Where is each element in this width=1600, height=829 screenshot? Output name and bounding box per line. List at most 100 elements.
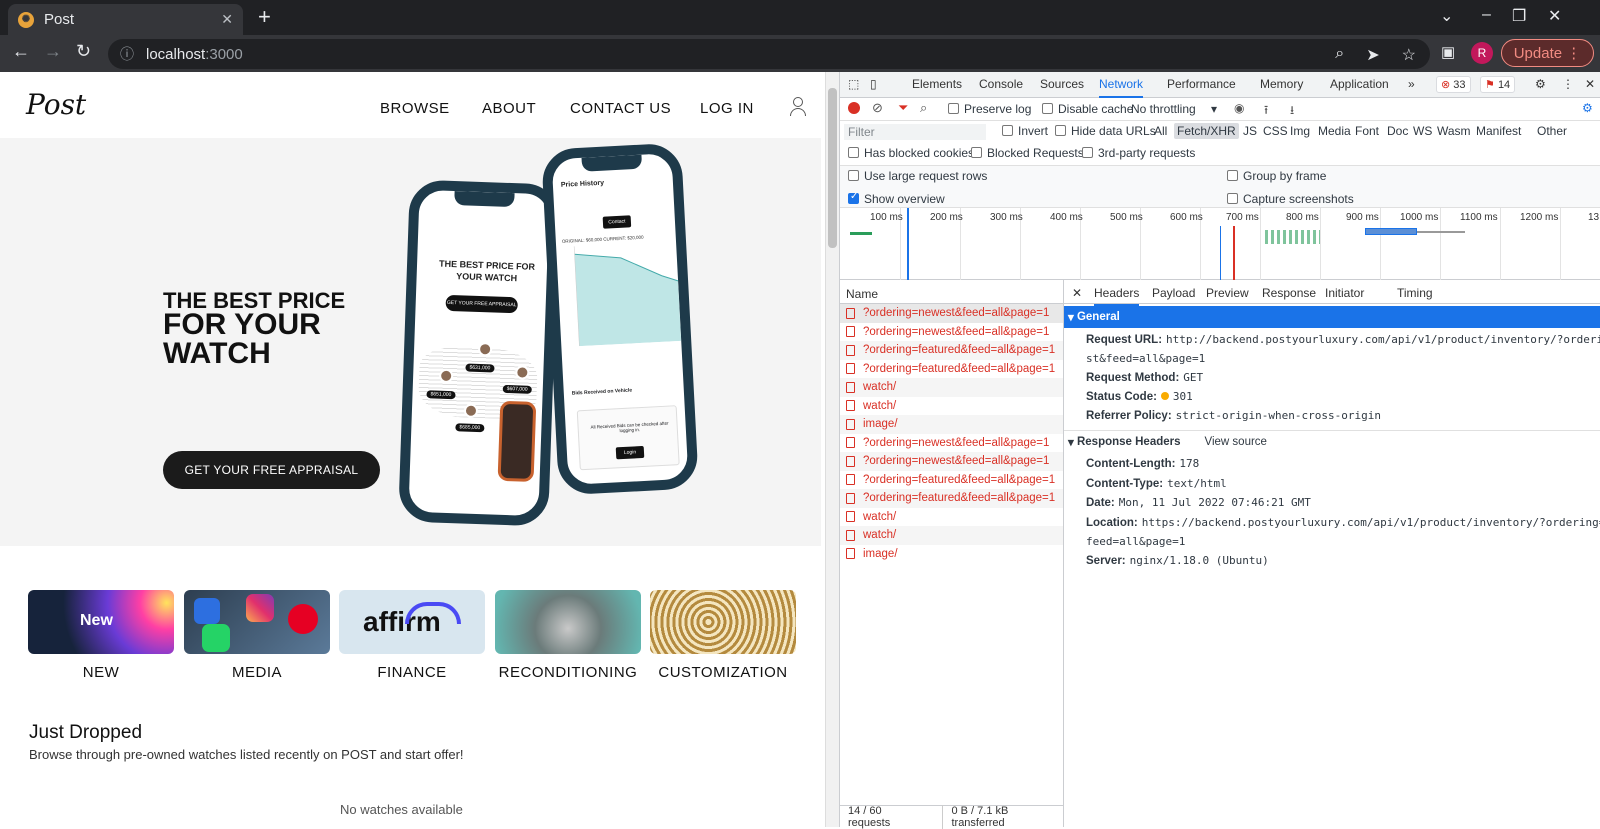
network-settings-icon[interactable]: ⚙ xyxy=(1582,101,1593,115)
group-by-frame-checkbox[interactable]: Group by frame xyxy=(1227,169,1326,183)
type-filter-img[interactable]: Img xyxy=(1290,124,1310,138)
type-filter-all[interactable]: All xyxy=(1154,124,1167,138)
throttling-select[interactable]: No throttling ▾ xyxy=(1131,102,1217,116)
type-filter-font[interactable]: Font xyxy=(1355,124,1379,138)
nav-browse[interactable]: BROWSE xyxy=(380,100,450,117)
type-filter-fetch-xhr[interactable]: Fetch/XHR xyxy=(1174,123,1239,139)
view-source-link[interactable]: View source xyxy=(1205,436,1267,448)
category-label-finance[interactable]: FINANCE xyxy=(339,664,485,681)
request-row[interactable]: ?ordering=featured&feed=all&page=1 xyxy=(840,360,1063,379)
type-filter-other[interactable]: Other xyxy=(1537,124,1567,138)
page-scrollbar[interactable] xyxy=(825,72,839,827)
site-info-icon[interactable]: ⓘ xyxy=(120,44,134,64)
send-icon[interactable]: ➤ xyxy=(1366,45,1379,65)
scrollbar-thumb[interactable] xyxy=(828,88,837,248)
tab-payload[interactable]: Payload xyxy=(1152,286,1195,300)
tab-preview[interactable]: Preview xyxy=(1206,286,1249,300)
close-window-icon[interactable]: ✕ xyxy=(1548,6,1561,26)
tab-response[interactable]: Response xyxy=(1262,286,1316,300)
category-tile-media[interactable] xyxy=(184,590,330,654)
network-conditions-icon[interactable]: ◉ xyxy=(1234,101,1244,115)
maximize-icon[interactable]: ❐ xyxy=(1512,6,1526,26)
show-overview-checkbox[interactable]: Show overview xyxy=(848,191,945,206)
tab-search-icon[interactable]: ⌄ xyxy=(1440,6,1453,26)
timeline-overview[interactable]: 100 ms 200 ms 300 ms 400 ms 500 ms 600 m… xyxy=(840,208,1600,280)
invert-checkbox[interactable]: Invert xyxy=(1002,124,1048,138)
general-section-header[interactable]: ▾ General xyxy=(1064,306,1600,328)
disable-cache-checkbox[interactable]: Disable cache xyxy=(1042,102,1133,116)
filter-icon[interactable]: ⏷ xyxy=(898,100,908,116)
third-party-checkbox[interactable]: 3rd-party requests xyxy=(1082,146,1195,160)
new-tab-icon[interactable]: + xyxy=(258,4,271,30)
category-tile-new[interactable]: New xyxy=(28,590,174,654)
search-icon[interactable]: ⌕ xyxy=(920,100,927,116)
tab-network[interactable]: Network xyxy=(1099,77,1144,98)
device-toggle-icon[interactable]: ▯ xyxy=(870,77,877,91)
request-row[interactable]: ?ordering=newest&feed=all&page=1 xyxy=(840,434,1063,453)
user-icon[interactable] xyxy=(790,97,806,117)
name-column-header[interactable]: Name xyxy=(840,280,1063,304)
request-row[interactable]: watch/ xyxy=(840,526,1063,545)
browser-tab[interactable]: ✺ Post ✕ xyxy=(8,4,243,35)
type-filter-manifest[interactable]: Manifest xyxy=(1476,124,1521,138)
request-row[interactable]: ?ordering=newest&feed=all&page=1 xyxy=(840,304,1063,323)
request-row[interactable]: watch/ xyxy=(840,508,1063,527)
tab-sources[interactable]: Sources xyxy=(1040,77,1084,91)
type-filter-js[interactable]: JS xyxy=(1243,124,1257,138)
category-label-customization[interactable]: CUSTOMIZATION xyxy=(650,664,796,681)
settings-gear-icon[interactable]: ⚙ xyxy=(1535,77,1546,91)
close-devtools-icon[interactable]: ✕ xyxy=(1585,77,1595,91)
bookmark-star-icon[interactable]: ☆ xyxy=(1402,45,1416,65)
response-headers-section-header[interactable]: ▾ Response Headers View source xyxy=(1064,430,1600,452)
zoom-icon[interactable]: ⌕ xyxy=(1335,45,1344,65)
blocked-requests-checkbox[interactable]: Blocked Requests xyxy=(971,146,1084,160)
tab-timing[interactable]: Timing xyxy=(1397,286,1433,300)
nav-login[interactable]: LOG IN xyxy=(700,100,754,117)
forward-icon[interactable]: → xyxy=(44,41,62,62)
request-row[interactable]: ?ordering=newest&feed=all&page=1 xyxy=(840,323,1063,342)
free-appraisal-button[interactable]: GET YOUR FREE APPRAISAL xyxy=(163,451,380,489)
minimize-icon[interactable]: – xyxy=(1482,6,1491,24)
request-row[interactable]: ?ordering=featured&feed=all&page=1 xyxy=(840,489,1063,508)
export-har-icon[interactable]: ⭳ xyxy=(1290,101,1294,122)
preserve-log-checkbox[interactable]: Preserve log xyxy=(948,102,1031,116)
type-filter-css[interactable]: CSS xyxy=(1263,124,1288,138)
tab-headers[interactable]: Headers xyxy=(1094,286,1140,306)
type-filter-ws[interactable]: WS xyxy=(1413,124,1432,138)
back-icon[interactable]: ← xyxy=(12,41,30,62)
type-filter-doc[interactable]: Doc xyxy=(1387,124,1408,138)
close-tab-icon[interactable]: ✕ xyxy=(221,11,233,28)
error-count-badge[interactable]: ⊗ 33 xyxy=(1436,76,1471,93)
inspect-icon[interactable]: ⬚ xyxy=(848,77,859,91)
category-label-media[interactable]: MEDIA xyxy=(184,664,330,681)
import-har-icon[interactable]: ⭱ xyxy=(1264,101,1268,122)
request-row[interactable]: watch/ xyxy=(840,397,1063,416)
hide-data-urls-checkbox[interactable]: Hide data URLs xyxy=(1055,124,1156,138)
filter-input[interactable]: Filter xyxy=(844,124,986,140)
tab-performance[interactable]: Performance xyxy=(1167,77,1236,91)
tab-initiator[interactable]: Initiator xyxy=(1325,286,1364,300)
capture-screenshots-checkbox[interactable]: Capture screenshots xyxy=(1227,192,1354,206)
type-filter-media[interactable]: Media xyxy=(1318,124,1351,138)
request-row[interactable]: image/ xyxy=(840,545,1063,564)
clear-icon[interactable]: ⊘ xyxy=(872,100,883,116)
tab-memory[interactable]: Memory xyxy=(1260,77,1303,91)
large-rows-checkbox[interactable]: Use large request rows xyxy=(848,169,987,183)
type-filter-wasm[interactable]: Wasm xyxy=(1437,124,1471,138)
tab-console[interactable]: Console xyxy=(979,77,1023,91)
profile-avatar[interactable]: R xyxy=(1471,42,1493,64)
request-row[interactable]: ?ordering=newest&feed=all&page=1 xyxy=(840,452,1063,471)
request-row[interactable]: watch/ xyxy=(840,378,1063,397)
address-bar[interactable]: ⓘ localhost :3000 ⌕ ➤ ☆ xyxy=(108,39,1430,69)
kebab-menu-icon[interactable]: ⋮ xyxy=(1562,77,1574,91)
side-panel-icon[interactable]: ▣ xyxy=(1441,43,1455,61)
request-row[interactable]: ?ordering=featured&feed=all&page=1 xyxy=(840,341,1063,360)
category-label-reconditioning[interactable]: RECONDITIONING xyxy=(495,664,641,681)
request-row[interactable]: ?ordering=featured&feed=all&page=1 xyxy=(840,471,1063,490)
category-tile-customization[interactable] xyxy=(650,590,796,654)
blocked-cookies-checkbox[interactable]: Has blocked cookies xyxy=(848,146,974,160)
nav-about[interactable]: ABOUT xyxy=(482,100,536,117)
tab-elements[interactable]: Elements xyxy=(912,77,962,91)
tab-application[interactable]: Application xyxy=(1330,77,1389,91)
category-tile-reconditioning[interactable] xyxy=(495,590,641,654)
